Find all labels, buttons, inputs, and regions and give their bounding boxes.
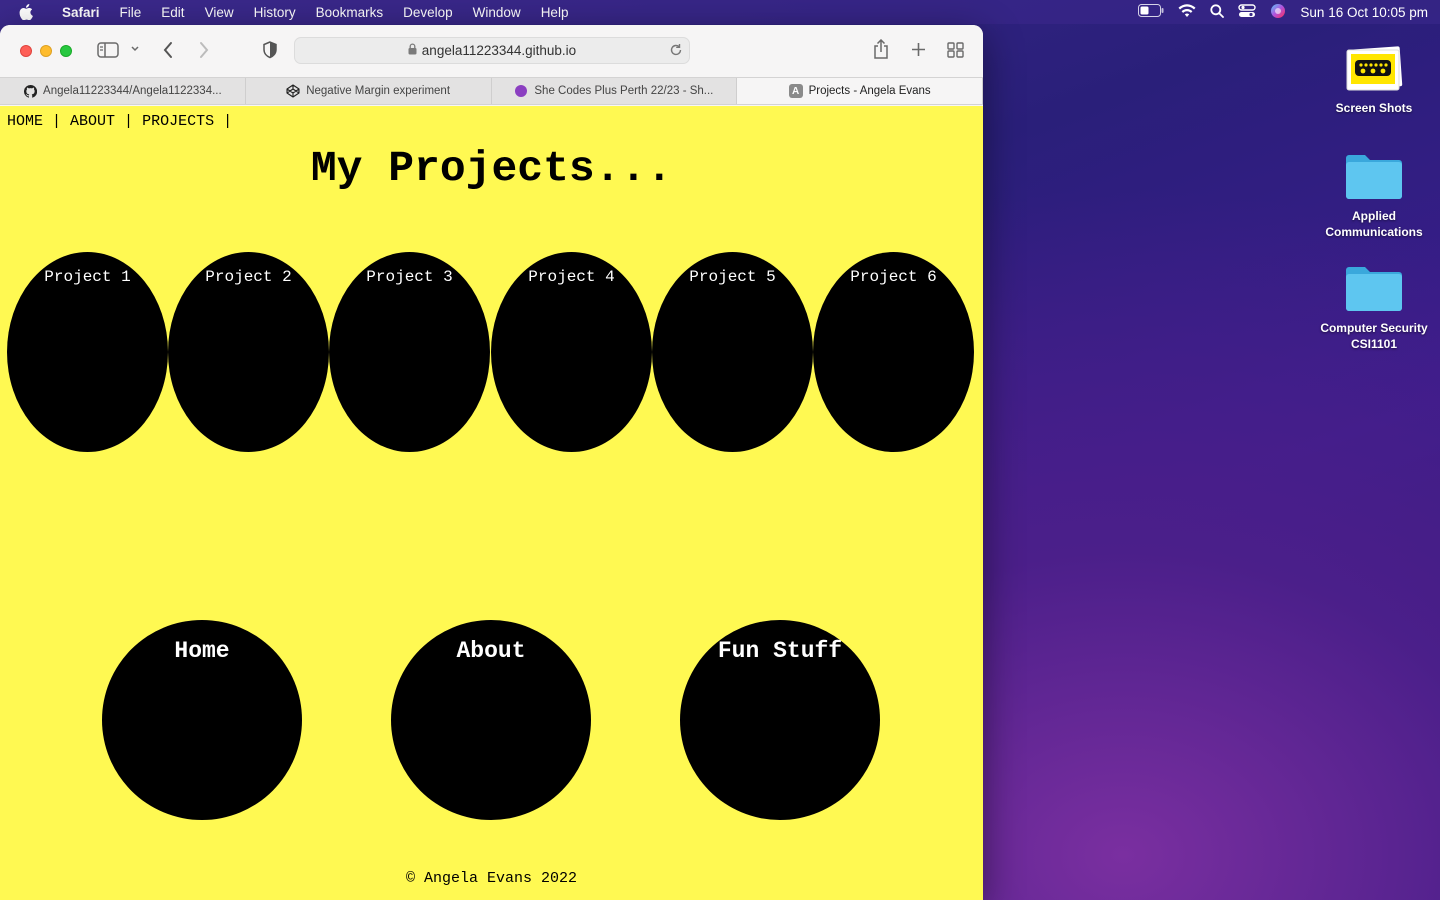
project-label: Project 1: [44, 268, 131, 286]
site-favicon-icon: A: [788, 84, 803, 98]
screenshot-stack-icon: [1343, 44, 1405, 94]
project-5-circle[interactable]: Project 5: [652, 252, 813, 452]
safari-window: angela11223344.github.io Angela11223344/…: [0, 25, 983, 900]
codepen-icon: [286, 84, 300, 98]
circle-label: Home: [174, 638, 230, 664]
chevron-down-icon[interactable]: [130, 45, 140, 53]
siri-icon[interactable]: [1270, 3, 1286, 22]
project-3-circle[interactable]: Project 3: [329, 252, 490, 452]
new-tab-plus-icon[interactable]: [911, 42, 926, 57]
nav-separator: |: [43, 113, 71, 130]
close-window-button[interactable]: [20, 45, 32, 57]
reload-icon[interactable]: [669, 43, 683, 60]
privacy-shield-icon[interactable]: [262, 41, 278, 59]
desktop-folder-computer-security[interactable]: Computer Security CSI1101: [1309, 264, 1439, 352]
share-icon[interactable]: [873, 39, 889, 59]
circle-label: About: [456, 638, 526, 664]
menu-file[interactable]: File: [110, 5, 152, 20]
page-title: My Projects...: [310, 144, 673, 193]
menu-view[interactable]: View: [195, 5, 244, 20]
footer-copyright: © Angela Evans 2022: [405, 870, 578, 887]
desktop-label: CSI1101: [1350, 337, 1398, 351]
project-2-circle[interactable]: Project 2: [168, 252, 329, 452]
control-center-icon[interactable]: [1238, 3, 1257, 21]
menu-history[interactable]: History: [244, 5, 306, 20]
menu-help[interactable]: Help: [531, 5, 579, 20]
tab-overview-icon[interactable]: [947, 42, 964, 58]
project-6-circle[interactable]: Project 6: [813, 252, 974, 452]
status-area: Sun 16 Oct 10:05 pm: [1138, 3, 1440, 22]
github-icon: [23, 84, 37, 98]
project-label: Project 4: [528, 268, 615, 286]
menu-bar: Safari File Edit View History Bookmarks …: [0, 0, 1440, 24]
menu-clock[interactable]: Sun 16 Oct 10:05 pm: [1300, 5, 1428, 20]
tab-projects-active[interactable]: A Projects - Angela Evans: [737, 78, 983, 104]
window-controls: [20, 45, 72, 57]
address-bar[interactable]: angela11223344.github.io: [294, 37, 690, 64]
web-page: HOME | ABOUT | PROJECTS | My Projects...…: [0, 106, 983, 900]
desktop-screen-shots[interactable]: Screen Shots: [1309, 44, 1439, 116]
desktop-label: Computer Security: [1320, 321, 1428, 335]
battery-icon[interactable]: [1138, 4, 1164, 20]
spotlight-search-icon[interactable]: [1210, 3, 1225, 21]
zoom-window-button[interactable]: [60, 45, 72, 57]
about-circle-link[interactable]: About: [391, 620, 591, 820]
tab-codepen[interactable]: Negative Margin experiment: [246, 78, 492, 104]
minimize-window-button[interactable]: [40, 45, 52, 57]
nav-about-link[interactable]: ABOUT: [70, 113, 115, 130]
project-label: Project 5: [689, 268, 776, 286]
wifi-icon[interactable]: [1178, 3, 1196, 21]
tab-label: She Codes Plus Perth 22/23 - Sh...: [534, 85, 714, 97]
menu-window[interactable]: Window: [463, 5, 531, 20]
project-label: Project 2: [205, 268, 292, 286]
home-circle-link[interactable]: Home: [102, 620, 302, 820]
tab-label: Negative Margin experiment: [306, 85, 451, 97]
nav-projects-link[interactable]: PROJECTS: [142, 113, 214, 130]
menu-bookmarks[interactable]: Bookmarks: [306, 5, 394, 20]
she-codes-icon: [514, 84, 528, 98]
nav-separator: |: [214, 113, 242, 130]
tab-label: Projects - Angela Evans: [808, 85, 931, 97]
fun-stuff-circle-link[interactable]: Fun Stuff: [680, 620, 880, 820]
nav-home-link[interactable]: HOME: [7, 113, 43, 130]
tab-bar: Angela11223344/Angela1122334... Negative…: [0, 77, 983, 105]
tab-github[interactable]: Angela11223344/Angela1122334...: [0, 78, 246, 104]
menu-edit[interactable]: Edit: [151, 5, 194, 20]
back-arrow-icon[interactable]: [162, 41, 174, 59]
menu-app-name[interactable]: Safari: [52, 5, 110, 20]
project-label: Project 6: [850, 268, 937, 286]
desktop-folder-applied-communications[interactable]: Applied Communications: [1309, 152, 1439, 240]
circle-label: Fun Stuff: [717, 638, 843, 664]
menu-develop[interactable]: Develop: [393, 5, 463, 20]
tab-she-codes[interactable]: She Codes Plus Perth 22/23 - Sh...: [492, 78, 738, 104]
forward-arrow-icon[interactable]: [198, 41, 210, 59]
site-nav: HOME | ABOUT | PROJECTS |: [7, 113, 241, 130]
desktop-label: Screen Shots: [1335, 101, 1413, 115]
folder-icon: [1343, 264, 1405, 314]
folder-icon: [1343, 152, 1405, 202]
url-text[interactable]: angela11223344.github.io: [422, 43, 576, 58]
desktop-label: Communications: [1325, 225, 1423, 239]
tab-label: Angela11223344/Angela1122334...: [43, 85, 222, 97]
desktop-label: Applied: [1352, 209, 1396, 223]
lock-icon: [408, 43, 417, 58]
sidebar-toggle-icon[interactable]: [97, 42, 119, 58]
apple-menu-icon[interactable]: [0, 4, 52, 20]
nav-separator: |: [115, 113, 143, 130]
project-label: Project 3: [366, 268, 453, 286]
project-1-circle[interactable]: Project 1: [7, 252, 168, 452]
browser-toolbar: angela11223344.github.io: [0, 25, 983, 77]
project-4-circle[interactable]: Project 4: [491, 252, 652, 452]
